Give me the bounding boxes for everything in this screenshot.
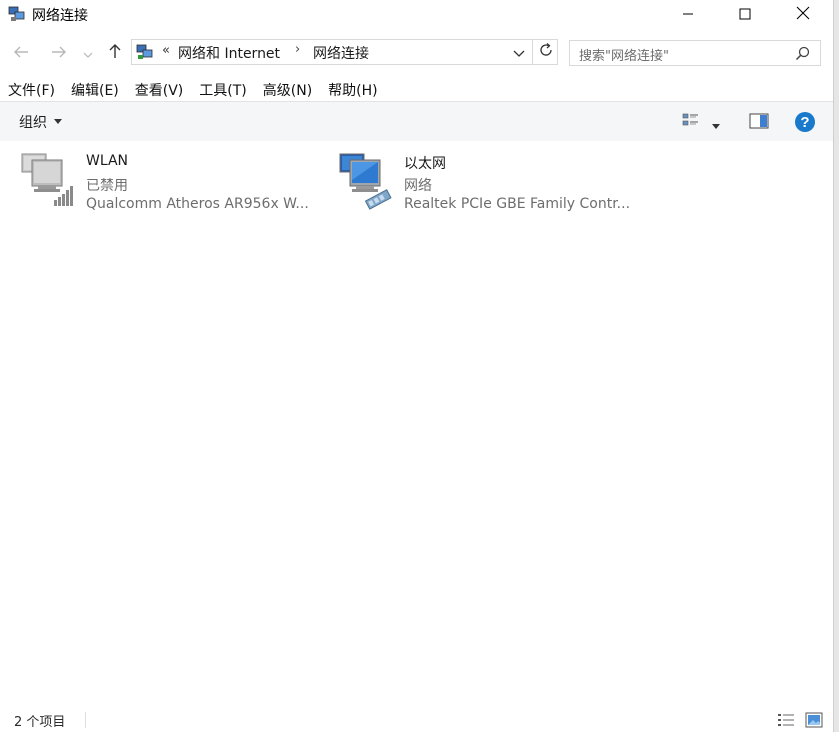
connection-device: Realtek PCIe GBE Family Contr... bbox=[404, 196, 631, 212]
organize-caret-icon bbox=[54, 119, 62, 124]
window-edge bbox=[833, 0, 839, 732]
connection-wlan[interactable]: WLAN 已禁用 Qualcomm Atheros AR956x W... bbox=[20, 148, 330, 218]
connection-name: WLAN bbox=[86, 153, 129, 169]
address-dropdown-button[interactable] bbox=[512, 44, 532, 62]
help-icon: ? bbox=[795, 112, 815, 132]
help-button[interactable]: ? bbox=[794, 111, 816, 133]
connection-status: 网络 bbox=[404, 178, 432, 194]
preview-pane-icon bbox=[749, 113, 769, 134]
window-title: 网络连接 bbox=[32, 8, 88, 24]
network-connections-icon bbox=[8, 5, 26, 23]
breadcrumb-separator[interactable]: › bbox=[295, 42, 300, 57]
help-glyph: ? bbox=[800, 114, 809, 131]
menu-view[interactable]: 查看(V) bbox=[127, 78, 192, 100]
refresh-button[interactable] bbox=[532, 39, 559, 65]
change-view-button[interactable] bbox=[682, 112, 700, 130]
title-bar: 网络连接 bbox=[0, 0, 833, 30]
network-folder-icon bbox=[136, 44, 154, 60]
close-icon bbox=[796, 5, 810, 24]
search-input[interactable]: 搜索"网络连接" bbox=[579, 45, 669, 64]
details-view-button[interactable] bbox=[777, 712, 795, 728]
large-icons-view-icon bbox=[805, 712, 823, 732]
view-options-dropdown[interactable] bbox=[710, 117, 722, 129]
breadcrumb-network-connections[interactable]: 网络连接 bbox=[313, 43, 369, 63]
chevron-down-icon bbox=[512, 47, 526, 66]
menu-bar: 文件(F) 编辑(E) 查看(V) 工具(T) 高级(N) 帮助(H) bbox=[0, 78, 386, 100]
address-bar[interactable]: « 网络和 Internet › 网络连接 bbox=[131, 39, 558, 65]
breadcrumb-network-internet[interactable]: 网络和 Internet bbox=[178, 43, 280, 63]
refresh-icon bbox=[538, 42, 554, 62]
minimize-icon bbox=[682, 5, 694, 24]
connection-device: Qualcomm Atheros AR956x W... bbox=[86, 196, 309, 212]
menu-advanced[interactable]: 高级(N) bbox=[255, 78, 320, 100]
up-button[interactable] bbox=[102, 40, 128, 66]
caret-down-icon bbox=[710, 117, 722, 136]
close-button[interactable] bbox=[774, 0, 832, 28]
back-button[interactable] bbox=[8, 40, 34, 66]
address-overflow[interactable]: « bbox=[162, 43, 170, 58]
minimize-button[interactable] bbox=[659, 0, 717, 28]
large-icons-view-button[interactable] bbox=[805, 712, 823, 728]
status-divider bbox=[85, 712, 86, 728]
command-bar: 组织 ? bbox=[0, 101, 833, 141]
arrow-up-icon bbox=[108, 42, 122, 64]
chevron-down-icon bbox=[83, 44, 93, 63]
forward-button[interactable] bbox=[46, 40, 72, 66]
details-view-icon bbox=[682, 113, 700, 134]
preview-pane-button[interactable] bbox=[749, 112, 769, 130]
search-box[interactable]: 搜索"网络连接" bbox=[569, 40, 821, 66]
maximize-button[interactable] bbox=[716, 0, 774, 28]
recent-locations-button[interactable] bbox=[78, 40, 98, 66]
details-view-icon bbox=[777, 713, 795, 732]
search-icon[interactable] bbox=[794, 45, 812, 63]
menu-file[interactable]: 文件(F) bbox=[0, 78, 63, 100]
connection-ethernet[interactable]: 以太网 网络 Realtek PCIe GBE Family Contr... bbox=[338, 148, 648, 218]
menu-tools[interactable]: 工具(T) bbox=[191, 78, 254, 100]
connection-status: 已禁用 bbox=[86, 178, 128, 194]
ethernet-network-icon bbox=[338, 152, 398, 210]
wireless-network-icon bbox=[20, 152, 80, 210]
menu-help[interactable]: 帮助(H) bbox=[320, 78, 385, 100]
item-count: 2 个项目 bbox=[14, 715, 66, 730]
menu-edit[interactable]: 编辑(E) bbox=[63, 78, 127, 100]
arrow-left-icon bbox=[12, 44, 30, 63]
arrow-right-icon bbox=[50, 44, 68, 63]
organize-button[interactable]: 组织 bbox=[19, 112, 47, 132]
connection-name: 以太网 bbox=[404, 156, 446, 172]
maximize-icon bbox=[739, 5, 751, 24]
